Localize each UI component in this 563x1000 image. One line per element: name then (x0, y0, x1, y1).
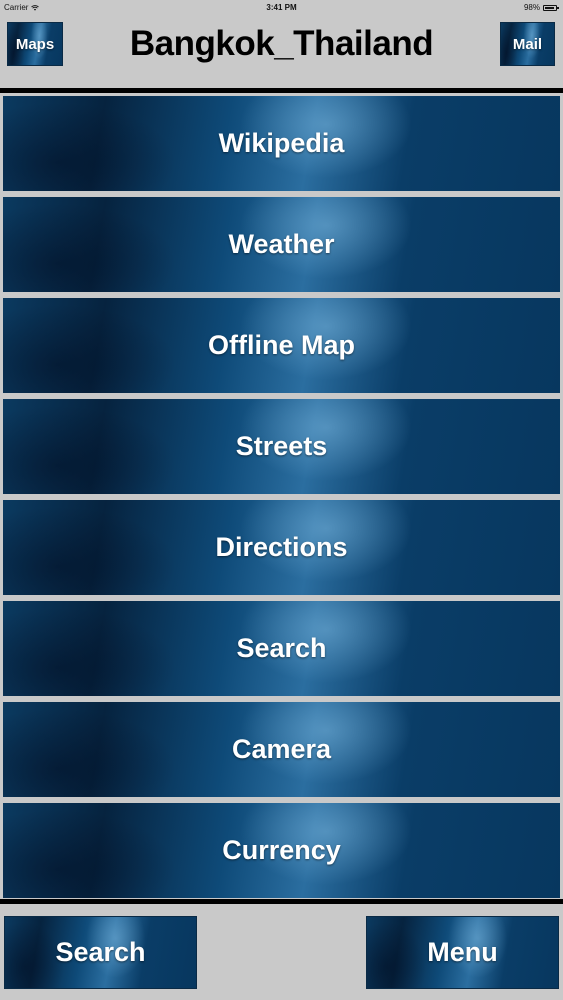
page-title: Bangkok_Thailand (129, 24, 434, 63)
menu-item-currency[interactable]: Currency (3, 803, 560, 898)
header-divider (0, 88, 563, 93)
footer-menu-button[interactable]: Menu (366, 916, 559, 989)
menu-item-streets[interactable]: Streets (3, 399, 560, 494)
maps-button[interactable]: Maps (7, 22, 63, 66)
footer-search-button[interactable]: Search (4, 916, 197, 989)
status-bar: Carrier 3:41 PM 98% (0, 0, 563, 16)
status-time: 3:41 PM (266, 3, 297, 12)
battery-percent: 98% (523, 3, 540, 12)
menu-item-search[interactable]: Search (3, 601, 560, 696)
menu-item-camera[interactable]: Camera (3, 702, 560, 797)
menu-list: Wikipedia Weather Offline Map Streets Di… (3, 96, 560, 904)
battery-icon (543, 4, 559, 11)
footer-divider (0, 899, 563, 904)
menu-item-offline-map[interactable]: Offline Map (3, 298, 560, 393)
menu-item-wikipedia[interactable]: Wikipedia (3, 96, 560, 191)
battery-indicator: 98% (523, 3, 559, 12)
menu-item-weather[interactable]: Weather (3, 197, 560, 292)
mail-button[interactable]: Mail (500, 22, 555, 66)
menu-item-directions[interactable]: Directions (3, 500, 560, 595)
